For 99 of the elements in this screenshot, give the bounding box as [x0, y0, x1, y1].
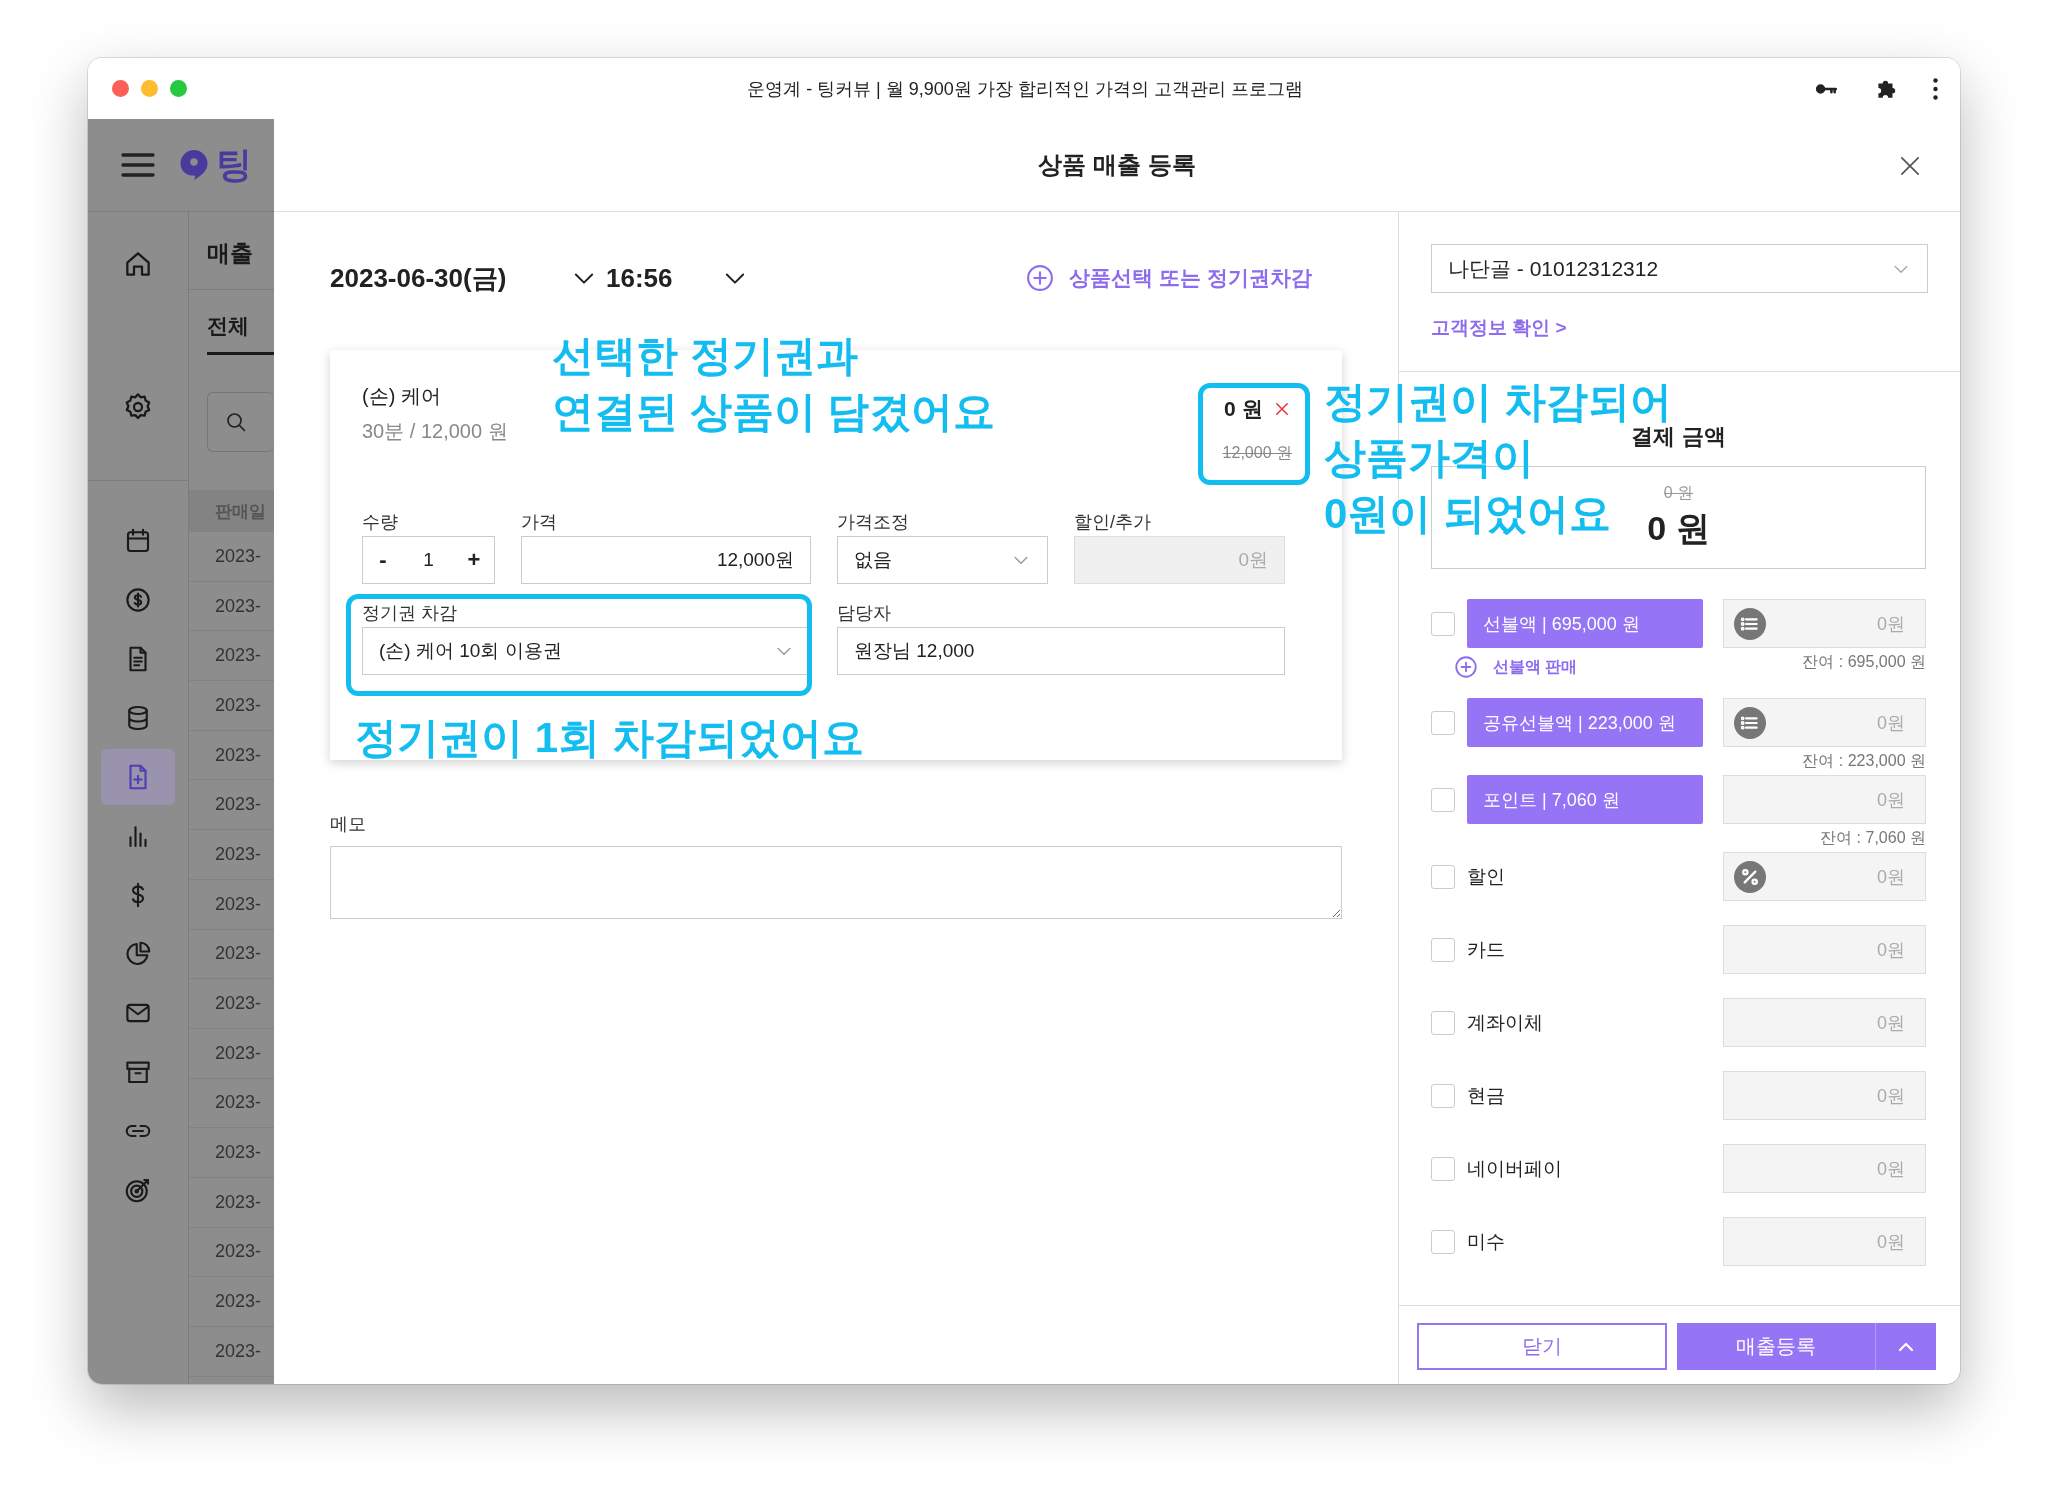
amount-field[interactable]: 0원 [1723, 599, 1926, 648]
modal-title: 상품 매출 등록 [1038, 150, 1196, 180]
annotation-text: 정기권이 1회 차감되었어요 [355, 715, 864, 761]
table-cell: 2023- [189, 1078, 274, 1129]
table-cell: 2023- [189, 1177, 274, 1228]
product-name: (손) 케어 [362, 384, 442, 409]
annotation-text: 상품가격이 [1324, 435, 1534, 481]
table-cell: 2023- [189, 1327, 274, 1377]
search-icon [224, 410, 248, 434]
annotation-text: 연결된 상품이 담겼어요 [552, 389, 996, 435]
amount-field[interactable]: 0원 [1723, 1144, 1926, 1193]
table-cell: 2023- [189, 979, 274, 1029]
product-price: 0 원 [1224, 396, 1263, 422]
amount-field[interactable]: 0원 [1723, 852, 1926, 901]
minus-button[interactable]: - [363, 547, 403, 573]
checkbox[interactable] [1431, 1156, 1455, 1181]
page-title: 매출 [189, 212, 274, 290]
table-cell: 2023- [189, 830, 274, 880]
coin-icon [123, 585, 153, 615]
time-picker[interactable]: 16:56 [570, 262, 749, 294]
payment-label: 계좌이체 [1467, 1010, 1543, 1035]
payment-label: 할인 [1467, 864, 1505, 889]
original-price: 12,000 원 [1222, 443, 1292, 463]
amount-field[interactable]: 0원 [1723, 1217, 1926, 1266]
field-label: 가격조정 [837, 511, 910, 532]
table-cell: 2023- [189, 631, 274, 682]
tab[interactable]: 전체 [207, 312, 274, 355]
table-cell: 2023- [189, 581, 274, 632]
close-button[interactable]: 닫기 [1417, 1323, 1667, 1370]
product-detail: 30분 / 12,000 원 [362, 419, 508, 444]
plus-circle-icon [1453, 654, 1479, 680]
table-cell: 2023- [189, 780, 274, 831]
amount-field[interactable]: 0원 [1723, 698, 1926, 747]
total-amount: 0 원 [1647, 508, 1710, 549]
input-field[interactable]: 원장님 12,000 [837, 627, 1285, 675]
checkbox[interactable] [1431, 710, 1455, 735]
customer-dropdown[interactable]: 나단골 - 01012312312 [1431, 244, 1928, 293]
balance-text: 잔여 : 223,000 원 [1802, 750, 1926, 771]
checkbox[interactable] [1431, 864, 1455, 889]
payment-label: 미수 [1467, 1229, 1505, 1254]
minimize-light[interactable] [141, 80, 158, 97]
plus-circle-icon [1025, 263, 1056, 293]
nav-item[interactable] [101, 749, 175, 805]
annotation-text: 선택한 정기권과 [552, 333, 858, 379]
annotation-text: 0원이 되었어요 [1324, 491, 1612, 537]
table-cell: 2023- [189, 1028, 274, 1079]
logo-text: 팅 [216, 142, 252, 187]
field-label: 메모 [330, 813, 367, 834]
checkbox[interactable] [1431, 1083, 1455, 1108]
zoom-light[interactable] [170, 80, 187, 97]
quantity-value: 1 [422, 549, 435, 571]
window-title: 운영계 - 팅커뷰 | 월 9,900원 가장 합리적인 가격의 고객관리 프로그램 [746, 77, 1304, 101]
dropdown[interactable]: 없음 [837, 536, 1048, 584]
table-cell: 2023- [189, 879, 274, 930]
customer-info-link[interactable]: 고객정보 확인 > [1431, 315, 1567, 341]
field-label: 정기권 차감 [362, 602, 458, 623]
payment-label: 카드 [1467, 937, 1505, 962]
amount-field[interactable]: 0원 [1723, 1071, 1926, 1120]
total-label: 결제 금액 [1630, 424, 1727, 450]
amount-field[interactable]: 0원 [1723, 925, 1926, 974]
list-icon [1734, 706, 1766, 739]
balance-text: 잔여 : 7,060 원 [1820, 827, 1926, 848]
amount-field[interactable]: 0원 [1723, 998, 1926, 1047]
payment-label: 네이버페이 [1467, 1156, 1562, 1181]
checkbox[interactable] [1431, 611, 1455, 636]
annotation-text: 정기권이 차감되어 [1324, 379, 1672, 425]
points-button[interactable]: 포인트 | 7,060 원 [1467, 775, 1703, 824]
balance-button[interactable]: 선불액 | 695,000 원 [1467, 599, 1703, 648]
plus-button[interactable]: + [454, 547, 494, 573]
table-cell: 2023- [189, 1128, 274, 1178]
table-cell: 2023- [189, 681, 274, 731]
checkbox[interactable] [1431, 1229, 1455, 1254]
input-field[interactable]: 12,000원 [521, 536, 811, 584]
table-cell: 2023- [189, 730, 274, 781]
more-icon[interactable] [1933, 77, 1938, 100]
field-label: 가격 [521, 511, 558, 532]
balance-button[interactable]: 공유선불액 | 223,000 원 [1467, 698, 1703, 747]
table-cell: 2023- [189, 532, 274, 582]
table-cell: 2023- [189, 1277, 274, 1327]
original-total: 0 원 [1663, 483, 1694, 503]
field-label: 담당자 [837, 602, 892, 623]
percent-icon [1734, 860, 1766, 893]
add-prepaid-link[interactable]: 선불액 판매 [1431, 654, 1578, 680]
table-cell: 2023- [189, 1227, 274, 1278]
payment-label: 현금 [1467, 1083, 1505, 1108]
amount-field[interactable]: 0원 [1723, 775, 1926, 824]
field-label: 할인/추가 [1074, 511, 1152, 532]
balance-text: 잔여 : 695,000 원 [1802, 651, 1926, 672]
checkbox[interactable] [1431, 1010, 1455, 1035]
quantity-stepper[interactable]: - 1 + [362, 536, 495, 584]
list-icon [1734, 607, 1766, 640]
add-product-link[interactable]: 상품선택 또는 정기권차감 [1025, 263, 1312, 293]
memo-field[interactable] [330, 846, 1342, 919]
field-label: 수량 [362, 511, 399, 532]
close-light[interactable] [112, 80, 129, 97]
table-cell: 2023- [189, 929, 274, 980]
checkbox[interactable] [1431, 787, 1455, 812]
date-text: 2023-06-30(금) [330, 261, 508, 295]
checkbox[interactable] [1431, 937, 1455, 962]
